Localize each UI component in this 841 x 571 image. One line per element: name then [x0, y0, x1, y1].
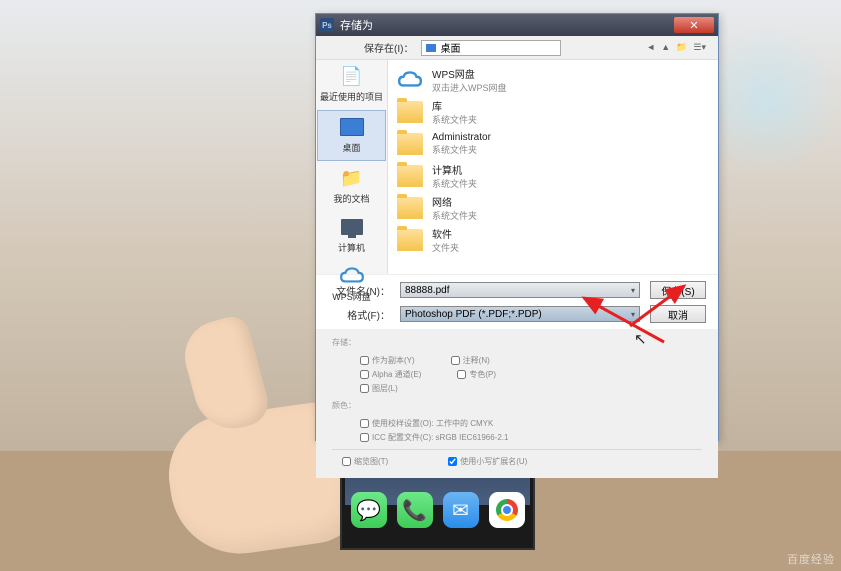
place-item-documents[interactable]: 📁 我的文档	[316, 162, 387, 211]
back-icon[interactable]: ◄	[646, 42, 655, 53]
cancel-button[interactable]: 取消	[650, 305, 706, 323]
desktop-icon	[426, 44, 436, 52]
mail-app-icon: ✉	[443, 492, 479, 528]
file-subtitle: 系统文件夹	[432, 177, 477, 190]
filename-label: 文件名(N)：	[328, 283, 390, 298]
file-name: 软件	[432, 226, 459, 241]
notes-checkbox[interactable]: 注释(N)	[451, 355, 490, 366]
save-section-label: 存储：	[332, 337, 356, 348]
spot-checkbox[interactable]: 专色(P)	[457, 369, 496, 380]
file-name: WPS网盘	[432, 66, 507, 81]
file-subtitle: 系统文件夹	[432, 113, 477, 126]
file-item[interactable]: 软件文件夹	[392, 224, 714, 256]
folder-pc-icon	[396, 163, 424, 189]
layers-checkbox[interactable]: 图层(L)	[360, 383, 398, 394]
dialog-title: 存储为	[340, 17, 674, 33]
dialog-toolbar: ◄ ▲ 📁 ☰▾	[646, 42, 706, 53]
folder-lib-icon	[396, 99, 424, 125]
save-options-panel: 存储： 作为副本(Y) 注释(N) Alpha 通道(E) 专色(P) 图层(L…	[316, 329, 718, 478]
save-in-label: 保存在(I)：	[364, 40, 413, 55]
file-item[interactable]: Administrator系统文件夹	[392, 128, 714, 160]
save-in-value: 桌面	[440, 40, 460, 55]
format-label: 格式(F)：	[328, 307, 390, 322]
folder-net-icon	[396, 195, 424, 221]
file-name: Administrator	[432, 132, 491, 143]
file-item[interactable]: 计算机系统文件夹	[392, 160, 714, 192]
file-subtitle: 文件夹	[432, 241, 459, 254]
file-item[interactable]: WPS网盘双击进入WPS网盘	[392, 64, 714, 96]
file-list[interactable]: WPS网盘双击进入WPS网盘库系统文件夹Administrator系统文件夹计算…	[388, 60, 718, 274]
save-copy-checkbox[interactable]: 作为副本(Y)	[360, 355, 415, 366]
file-subtitle: 双击进入WPS网盘	[432, 81, 507, 94]
watermark-text: 百度经验	[787, 551, 835, 567]
alpha-checkbox[interactable]: Alpha 通道(E)	[360, 369, 421, 380]
place-label: 我的文档	[333, 192, 369, 205]
place-item-computer[interactable]: 计算机	[316, 211, 387, 260]
save-button[interactable]: 保存(S)	[650, 281, 706, 299]
save-in-row: 保存在(I)： 桌面 ◄ ▲ 📁 ☰▾	[316, 36, 718, 60]
desktop-icon	[338, 115, 366, 139]
file-subtitle: 系统文件夹	[432, 209, 477, 222]
up-icon[interactable]: ▲	[661, 42, 670, 53]
new-folder-icon[interactable]: 📁	[676, 42, 687, 53]
file-name: 库	[432, 98, 477, 113]
save-as-dialog: Ps 存储为 ✕ 保存在(I)： 桌面 ◄ ▲ 📁 ☰▾ 📄最近使用的项目桌面📁…	[315, 13, 719, 441]
save-in-combo[interactable]: 桌面	[421, 40, 561, 56]
icc-checkbox[interactable]: ICC 配置文件(C): sRGB IEC61966-2.1	[360, 432, 508, 443]
documents-icon: 📁	[338, 166, 366, 190]
messages-app-icon: 💬	[351, 492, 387, 528]
folder-user-icon	[396, 131, 424, 157]
photoshop-badge-icon: Ps	[320, 18, 334, 32]
place-label: 桌面	[342, 141, 360, 154]
file-item[interactable]: 网络系统文件夹	[392, 192, 714, 224]
file-name: 网络	[432, 194, 477, 209]
file-name: 计算机	[432, 162, 477, 177]
cloud-icon	[396, 67, 424, 93]
phone-app-icon: 📞	[397, 492, 433, 528]
close-button[interactable]: ✕	[674, 17, 714, 33]
format-combo[interactable]: Photoshop PDF (*.PDF;*.PDP)	[400, 306, 640, 322]
recent-icon: 📄	[338, 64, 366, 88]
filename-input[interactable]: 88888.pdf	[400, 282, 640, 298]
place-label: 最近使用的项目	[320, 90, 383, 103]
lowercase-ext-checkbox[interactable]: 使用小写扩展名(U)	[448, 456, 527, 467]
thumbnail-checkbox[interactable]: 缩览图(T)	[342, 456, 388, 467]
place-label: 计算机	[338, 241, 365, 254]
chrome-app-icon	[489, 492, 525, 528]
file-subtitle: 系统文件夹	[432, 143, 491, 156]
color-section-label: 颜色：	[332, 400, 356, 411]
mouse-cursor-icon: ↖	[634, 330, 647, 348]
places-sidebar: 📄最近使用的项目桌面📁我的文档计算机WPS网盘	[316, 60, 388, 274]
proof-checkbox[interactable]: 使用校样设置(O): 工作中的 CMYK	[360, 418, 493, 429]
dialog-titlebar[interactable]: Ps 存储为 ✕	[316, 14, 718, 36]
place-item-recent[interactable]: 📄 最近使用的项目	[316, 60, 387, 109]
place-item-desktop[interactable]: 桌面	[317, 110, 386, 161]
folder-icon	[396, 227, 424, 253]
computer-icon	[338, 215, 366, 239]
view-icon[interactable]: ☰▾	[693, 42, 706, 53]
file-item[interactable]: 库系统文件夹	[392, 96, 714, 128]
